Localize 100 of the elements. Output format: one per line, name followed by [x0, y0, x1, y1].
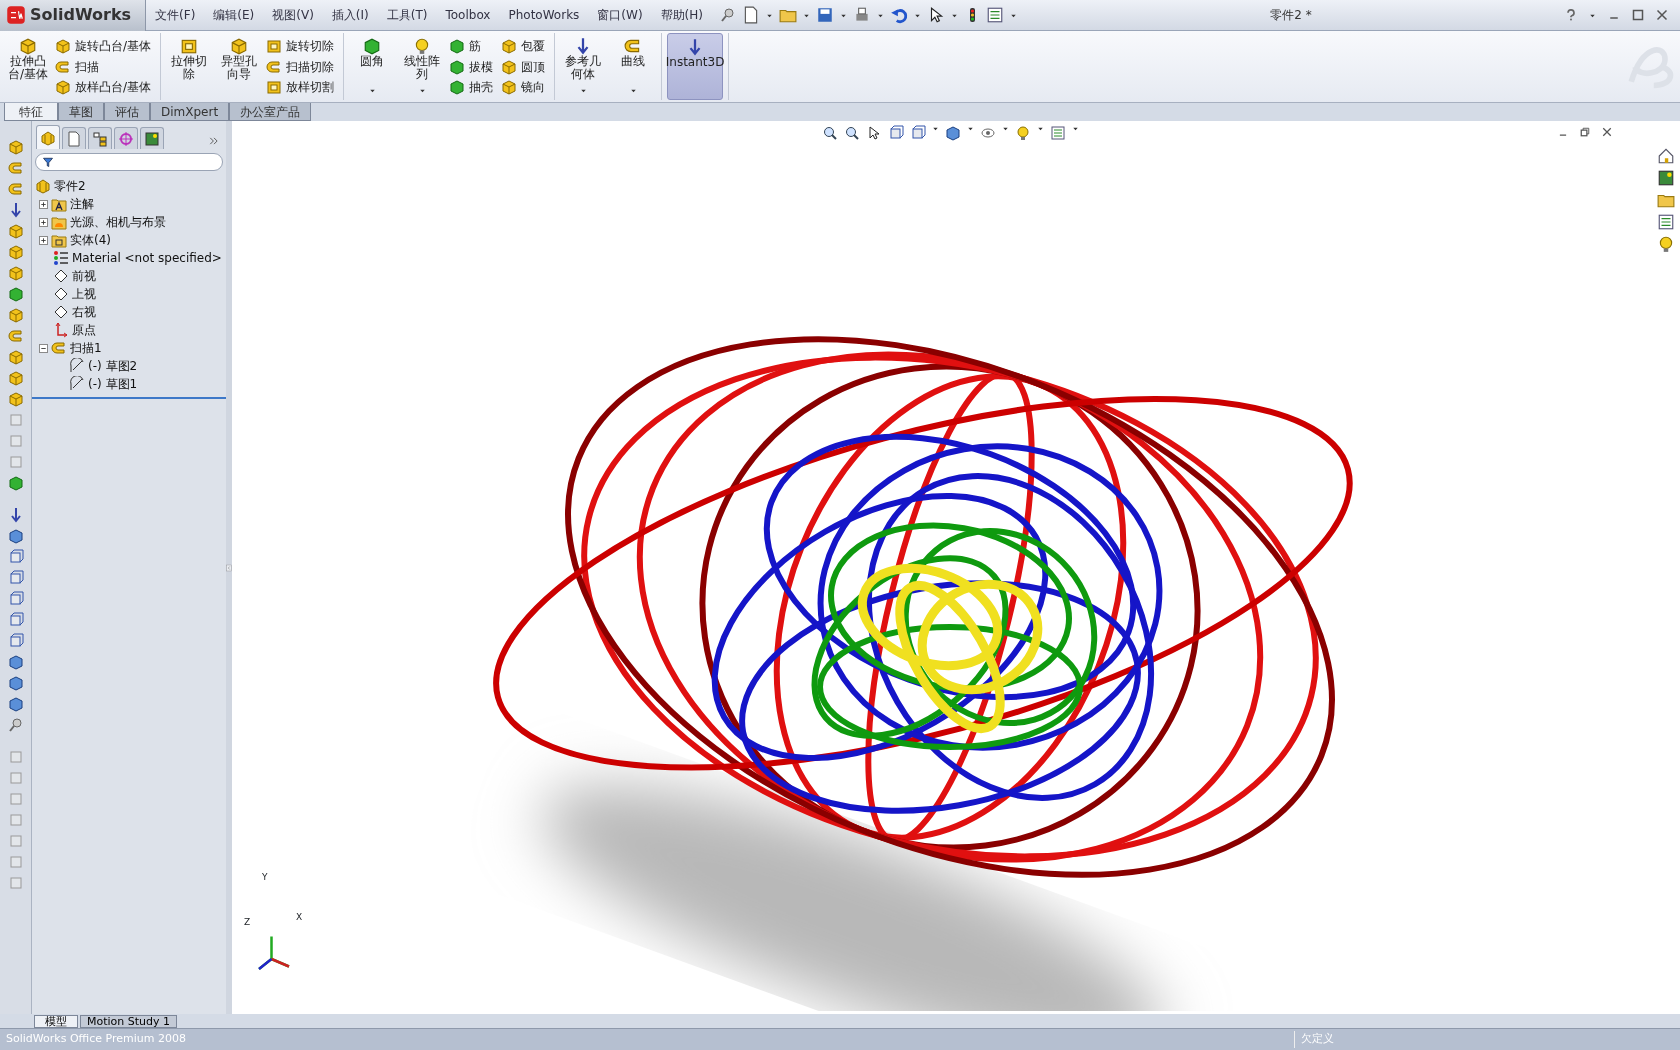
- caret-icon[interactable]: [579, 87, 587, 94]
- ribbon-button[interactable]: 圆顶: [501, 57, 546, 76]
- tree-item[interactable]: 注解: [70, 195, 94, 213]
- view-cube-icon[interactable]: [7, 591, 24, 607]
- ribbon-button[interactable]: 拉伸切除: [166, 33, 213, 100]
- bulb-icon[interactable]: [1657, 235, 1675, 253]
- ribbon-button[interactable]: 异型孔向导: [216, 33, 263, 100]
- restore-icon[interactable]: [1580, 127, 1590, 137]
- maximize-icon[interactable]: [1632, 9, 1644, 21]
- view-cube-icon[interactable]: [7, 612, 24, 628]
- tree-item[interactable]: (-) 草图1: [88, 375, 138, 393]
- caret-icon[interactable]: [932, 125, 939, 132]
- view-cube-icon[interactable]: [7, 570, 24, 586]
- undo-icon[interactable]: [889, 6, 908, 24]
- menu-item[interactable]: 窗口(W): [588, 6, 652, 24]
- ribbon-button[interactable]: 筋: [449, 37, 494, 55]
- caret-icon[interactable]: [967, 125, 974, 132]
- help-icon[interactable]: [1565, 8, 1577, 22]
- expand-toggle[interactable]: [39, 217, 48, 227]
- ribbon-button[interactable]: 参考几何体: [560, 33, 607, 100]
- caret-icon[interactable]: [368, 87, 376, 94]
- menu-item[interactable]: 编辑(E): [204, 6, 264, 24]
- caret-icon[interactable]: [418, 87, 426, 94]
- sweep-icon[interactable]: [7, 181, 24, 197]
- sketch-icon: [69, 358, 85, 374]
- plus-icon: [40, 236, 47, 244]
- tab[interactable]: 评估: [104, 103, 150, 121]
- menu-item[interactable]: Toolbox: [436, 6, 500, 24]
- tab[interactable]: Motion Study 1: [80, 1014, 178, 1028]
- expand-toggle[interactable]: [39, 199, 48, 209]
- menu-item[interactable]: 工具(T): [377, 6, 437, 24]
- save-icon[interactable]: [815, 6, 834, 24]
- close-icon[interactable]: [1656, 9, 1668, 21]
- ribbon-button[interactable]: 曲线: [610, 33, 657, 100]
- ribbon-button[interactable]: 包覆: [501, 37, 546, 55]
- caret-icon[interactable]: [1002, 125, 1009, 132]
- menu-item[interactable]: 帮助(H): [651, 6, 712, 24]
- sweep-icon[interactable]: [7, 160, 24, 176]
- view-cube-icon[interactable]: [7, 549, 24, 565]
- panel-tab[interactable]: [36, 125, 60, 149]
- zoom-icon[interactable]: [822, 125, 838, 141]
- ribbon-button[interactable]: 镜向: [501, 78, 546, 96]
- image-icon[interactable]: [1657, 169, 1675, 187]
- tree-item[interactable]: 扫描1: [70, 339, 102, 357]
- tab[interactable]: 模型: [34, 1014, 78, 1028]
- expand-toggle[interactable]: [39, 343, 48, 353]
- tree-item[interactable]: Material <not specified>: [72, 249, 222, 267]
- menu-item[interactable]: 视图(V): [263, 6, 323, 24]
- view-cube-icon[interactable]: [910, 125, 926, 141]
- panel-tab[interactable]: [140, 127, 164, 149]
- tree-item[interactable]: 实体(4): [70, 231, 111, 249]
- ribbon-button[interactable]: 圆角: [349, 33, 396, 100]
- expand-icon[interactable]: [209, 135, 219, 146]
- tree-item[interactable]: 光源、相机与布景: [70, 213, 166, 231]
- panel-tab[interactable]: [62, 127, 86, 149]
- image-icon: [144, 130, 160, 147]
- ribbon-button[interactable]: 扫描: [55, 57, 152, 76]
- axis-label: Y: [262, 871, 268, 884]
- view-cube-icon[interactable]: [7, 633, 24, 649]
- ribbon-button[interactable]: Instant3D: [667, 33, 724, 100]
- ribbon-button[interactable]: 抽壳: [449, 78, 494, 96]
- tab[interactable]: 特征: [4, 103, 58, 121]
- ribbon-button[interactable]: 拉伸凸台/基体: [5, 33, 51, 100]
- ribbon-button[interactable]: 放样凸台/基体: [55, 78, 152, 96]
- menu-item[interactable]: 文件(F): [146, 6, 205, 24]
- pointer-icon[interactable]: [866, 125, 882, 141]
- sweep-icon[interactable]: [7, 328, 24, 344]
- eye-icon[interactable]: [980, 125, 996, 141]
- checklist-icon[interactable]: [1657, 213, 1675, 231]
- checklist-icon[interactable]: [985, 6, 1004, 24]
- close-icon[interactable]: [1602, 127, 1612, 137]
- bulb-icon[interactable]: [1015, 125, 1031, 141]
- view-cube-icon[interactable]: [888, 125, 904, 141]
- home-icon[interactable]: [1657, 147, 1675, 165]
- caret-icon[interactable]: [1072, 125, 1079, 132]
- filter-field[interactable]: [35, 153, 223, 171]
- menu-item[interactable]: 插入(I): [322, 6, 378, 24]
- ribbon-button[interactable]: 放样切割: [266, 78, 335, 96]
- checklist-icon[interactable]: [1050, 125, 1066, 141]
- tab[interactable]: 草图: [58, 103, 104, 121]
- ribbon-button[interactable]: 旋转切除: [266, 37, 335, 55]
- tree-item[interactable]: 前视: [72, 267, 96, 285]
- tree-item[interactable]: 零件2: [54, 177, 86, 195]
- ribbon-button[interactable]: 线性阵列: [399, 33, 446, 100]
- tree-item[interactable]: 上视: [72, 285, 96, 303]
- ribbon-button[interactable]: 扫描切除: [266, 57, 335, 76]
- tree-item[interactable]: (-) 草图2: [88, 357, 138, 375]
- tree-item[interactable]: 右视: [72, 303, 96, 321]
- panel-tab[interactable]: [88, 127, 112, 149]
- tree-item[interactable]: 原点: [72, 321, 96, 339]
- tab[interactable]: DimXpert: [150, 103, 230, 121]
- menu-item[interactable]: PhotoWorks: [499, 6, 589, 24]
- caret-icon[interactable]: [629, 87, 637, 94]
- zoom-icon[interactable]: [844, 125, 860, 141]
- ribbon-button[interactable]: 拔模: [449, 57, 494, 76]
- tab[interactable]: 办公室产品: [229, 103, 312, 121]
- ribbon-button[interactable]: 旋转凸台/基体: [55, 37, 152, 55]
- expand-toggle[interactable]: [39, 235, 48, 245]
- caret-icon[interactable]: [1037, 125, 1044, 132]
- panel-tab[interactable]: [114, 127, 138, 149]
